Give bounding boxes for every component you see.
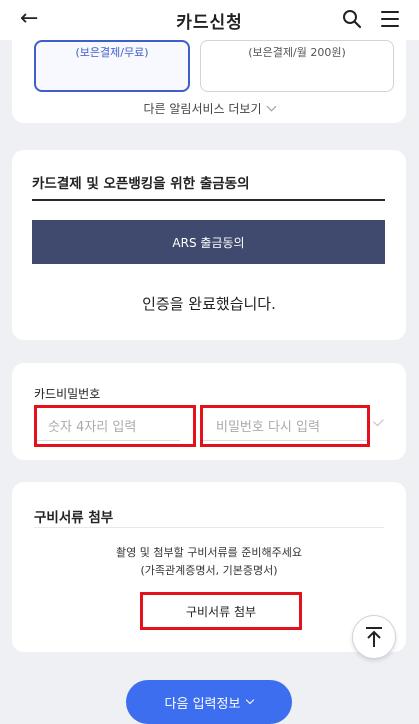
chevron-down-icon [246,695,255,705]
alert-option-paid-label: (보은결제/월 200원) [248,46,346,59]
more-alert-services-label: 다른 알림서비스 더보기 [143,102,262,116]
page-title: 카드신청 [176,12,243,33]
card-password-label: 카드비밀번호 [34,387,101,401]
scroll-top-button[interactable] [352,615,396,659]
documents-card: 구비서류 첨부 촬영 및 첨부할 구비서류를 준비해주세요 (가족관계증명서, … [12,482,406,652]
withdrawal-consent-heading: 카드결제 및 오픈뱅킹을 위한 출금동의 [32,176,250,192]
next-step-label: 다음 입력정보 [164,696,241,712]
app-header: ← 카드신청 [0,0,419,40]
alert-option-free[interactable]: (보은결제/무료) [34,40,190,92]
ars-consent-button[interactable]: ARS 출금동의 [32,220,385,264]
attach-documents-button[interactable]: 구비서류 첨부 [140,592,302,630]
auth-complete-text: 인증을 완료했습니다. [142,295,276,313]
password-confirm-placeholder: 비밀번호 다시 입력 [216,420,320,435]
checkmark-icon [373,415,384,427]
arrow-up-icon [366,627,382,647]
page: (보은결제/무료) (보은결제/월 200원) 다른 알림서비스 더보기 ← 카… [0,0,419,724]
heading-divider [34,527,384,528]
alert-option-paid[interactable]: (보은결제/월 200원) [200,40,394,92]
withdrawal-consent-card: 카드결제 및 오픈뱅킹을 위한 출금동의 ARS 출금동의 인증을 완료했습니다… [12,150,406,340]
password-confirm-input[interactable]: 비밀번호 다시 입력 [200,405,370,447]
arrow-left-icon[interactable]: ← [20,6,38,31]
chevron-down-icon [266,101,276,112]
documents-instruction: 촬영 및 첨부할 구비서류를 준비해주세요 [115,546,303,559]
card-password-card: 카드비밀번호 숫자 4자리 입력 비밀번호 다시 입력 [12,363,406,460]
next-step-button[interactable]: 다음 입력정보 [126,680,292,724]
hamburger-menu-icon[interactable] [381,11,399,27]
alert-option-free-label: (보은결제/무료) [75,46,149,59]
password-input-placeholder: 숫자 4자리 입력 [48,420,137,435]
password-input[interactable]: 숫자 4자리 입력 [34,405,196,447]
more-alert-services-link[interactable]: 다른 알림서비스 더보기 [12,100,406,117]
documents-list-text: (가족관계증명서, 기본증명서) [140,564,278,577]
heading-divider [32,199,385,201]
search-icon[interactable] [342,9,362,29]
documents-heading: 구비서류 첨부 [34,510,114,526]
